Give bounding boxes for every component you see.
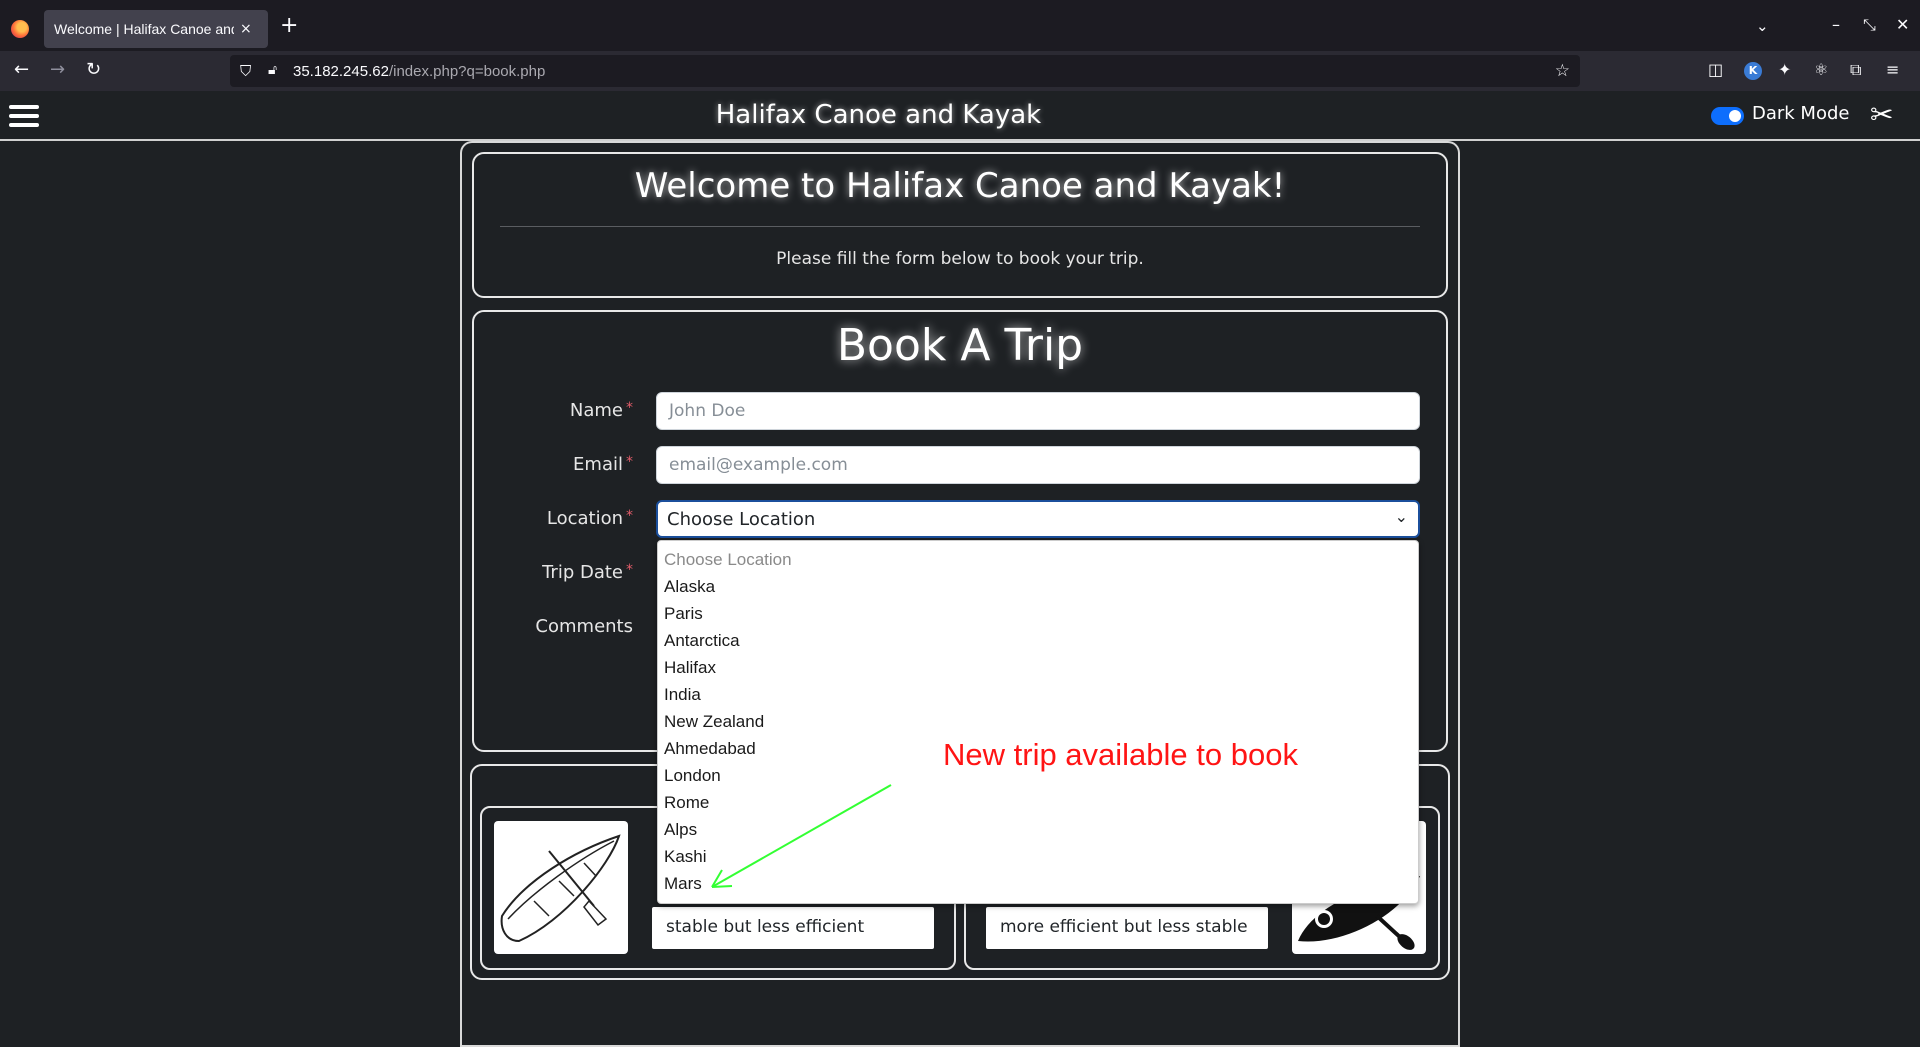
minimize-icon[interactable]: –: [1832, 17, 1840, 33]
location-option-mars[interactable]: Mars: [664, 874, 702, 894]
new-tab-icon[interactable]: +: [280, 15, 298, 37]
url-host: 35.182.245.62: [293, 63, 389, 80]
divider: [500, 226, 1420, 227]
extension-k-icon[interactable]: K: [1744, 62, 1762, 80]
extensions-puzzle-icon[interactable]: ⧉: [1850, 60, 1861, 80]
required-mark: *: [626, 562, 633, 578]
chevron-down-icon: ⌄: [1394, 507, 1408, 526]
back-icon[interactable]: ←: [14, 60, 29, 80]
annotation-text: New trip available to book: [943, 737, 1298, 772]
kayak-description: more efficient but less stable: [986, 907, 1268, 949]
url-bar[interactable]: ⛉ 🔓︎ 35.182.245.62/index.php?q=book.php …: [230, 55, 1580, 87]
location-option[interactable]: New Zealand: [664, 712, 764, 732]
required-mark: *: [626, 400, 633, 416]
tab-title: Welcome | Halifax Canoe and Kayak: [54, 21, 234, 37]
location-option[interactable]: Alps: [664, 820, 697, 840]
email-label: Email *: [473, 454, 633, 475]
forward-icon[interactable]: →: [50, 60, 65, 80]
location-label: Location *: [473, 508, 633, 529]
required-mark: *: [626, 508, 633, 524]
canoe-description: stable but less efficient: [652, 907, 934, 949]
booking-form-title: Book A Trip: [836, 320, 1084, 371]
location-label-text: Location: [546, 508, 623, 529]
location-option[interactable]: Antarctica: [664, 631, 740, 651]
browser-tab-active[interactable]: Welcome | Halifax Canoe and Kayak ×: [44, 10, 268, 48]
insecure-lock-icon[interactable]: 🔓︎: [268, 62, 277, 78]
url-text[interactable]: 35.182.245.62/index.php?q=book.php: [293, 63, 545, 80]
dark-mode-label: Dark Mode: [1752, 103, 1850, 124]
menu-icon[interactable]: ≡: [1886, 60, 1899, 80]
tracking-shield-icon[interactable]: ⛉: [240, 62, 251, 80]
bookmark-star-icon[interactable]: ☆: [1555, 61, 1570, 81]
annotation-arrow-icon: [711, 784, 892, 888]
welcome-title: Welcome to Halifax Canoe and Kayak!: [634, 166, 1286, 206]
location-option[interactable]: Alaska: [664, 577, 715, 597]
reload-icon[interactable]: ↻: [86, 60, 101, 80]
required-mark: *: [626, 454, 633, 470]
scissors-icon[interactable]: ✂: [1870, 98, 1893, 131]
close-window-icon[interactable]: ✕: [1896, 17, 1909, 33]
email-field[interactable]: email@example.com: [656, 446, 1420, 484]
location-option[interactable]: India: [664, 685, 701, 705]
welcome-subtitle: Please fill the form below to book your …: [776, 249, 1144, 269]
restore-icon[interactable]: ⤡: [1863, 17, 1876, 33]
location-select[interactable]: Choose Location ⌄: [656, 500, 1420, 538]
extension-react-icon[interactable]: ⚛: [1814, 60, 1828, 80]
location-option[interactable]: Choose Location: [664, 550, 792, 570]
location-select-value: Choose Location: [667, 509, 816, 530]
email-label-text: Email: [573, 454, 623, 475]
name-label: Name *: [473, 400, 633, 421]
name-label-text: Name: [569, 400, 623, 421]
trip-date-label-text: Trip Date: [542, 562, 623, 583]
location-option[interactable]: Halifax: [664, 658, 716, 678]
location-option[interactable]: Ahmedabad: [664, 739, 756, 759]
name-field[interactable]: John Doe: [656, 392, 1420, 430]
comments-label: Comments: [535, 616, 633, 637]
pocket-icon[interactable]: ◫: [1708, 60, 1723, 80]
site-header: Halifax Canoe and Kayak Dark Mode ✂: [0, 91, 1920, 141]
trip-date-label: Trip Date *: [473, 562, 633, 583]
dark-mode-toggle[interactable]: [1711, 107, 1744, 125]
firefox-logo-icon: [11, 20, 29, 38]
list-all-tabs-icon[interactable]: ⌄: [1756, 17, 1769, 35]
tab-close-icon[interactable]: ×: [240, 21, 252, 37]
welcome-card: Welcome to Halifax Canoe and Kayak! Plea…: [472, 152, 1448, 298]
url-path: /index.php?q=book.php: [388, 63, 546, 80]
canoe-image: [494, 821, 628, 954]
location-option[interactable]: Paris: [664, 604, 703, 624]
browser-tab-bar: Welcome | Halifax Canoe and Kayak × + ⌄ …: [0, 0, 1920, 51]
browser-nav-bar: ← → ↻ ⛉ 🔓︎ 35.182.245.62/index.php?q=boo…: [0, 51, 1920, 91]
extension-bird-icon[interactable]: ✦: [1778, 60, 1791, 80]
site-title: Halifax Canoe and Kayak: [715, 100, 1042, 130]
